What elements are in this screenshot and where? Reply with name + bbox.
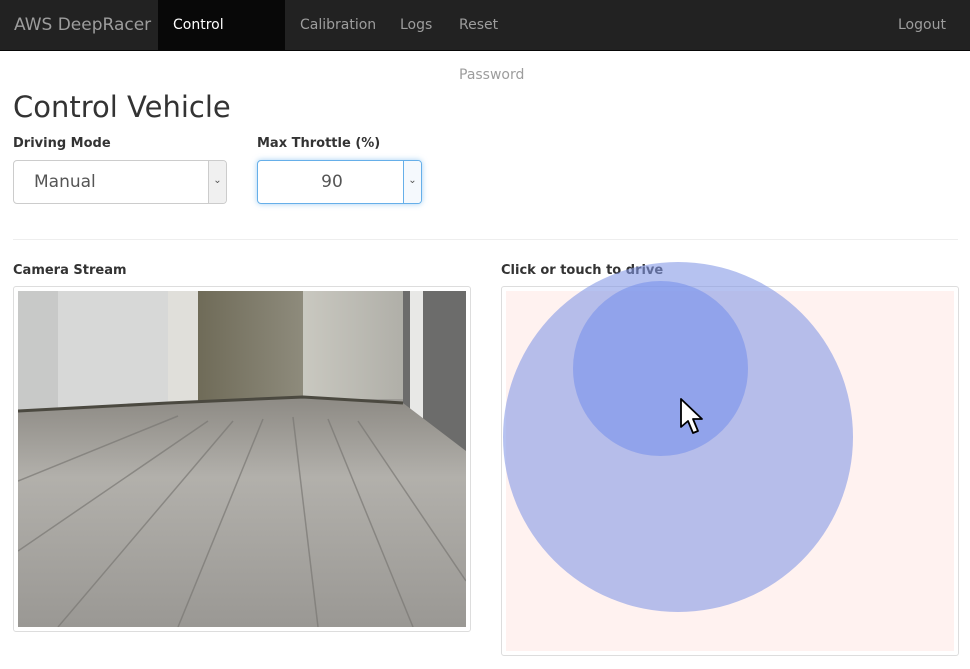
chevron-down-icon[interactable]: ⌄: [403, 161, 421, 203]
nav-reset-password[interactable]: Reset Password: [444, 0, 572, 83]
page-title: Control Vehicle: [13, 90, 231, 124]
camera-stream-panel: [13, 286, 471, 632]
camera-stream-label: Camera Stream: [13, 263, 127, 278]
nav-control-vehicle[interactable]: Control Vehicle: [158, 0, 285, 83]
max-throttle-select[interactable]: 90 ⌄: [257, 160, 422, 204]
driving-mode-label: Driving Mode: [13, 136, 111, 151]
joystick-handle[interactable]: [573, 281, 748, 456]
nav-logout[interactable]: Logout: [883, 0, 958, 50]
chevron-down-icon[interactable]: ⌄: [208, 161, 226, 203]
max-throttle-label: Max Throttle (%): [257, 136, 381, 151]
section-divider: [13, 239, 958, 240]
max-throttle-value: 90: [321, 172, 343, 192]
driving-mode-value: Manual: [34, 172, 96, 192]
mouse-pointer-icon: [680, 398, 703, 434]
camera-stream-image: [18, 291, 466, 627]
top-navbar: AWS DeepRacer Control Vehicle Calibratio…: [0, 0, 970, 83]
driving-mode-select[interactable]: Manual ⌄: [13, 160, 227, 204]
nav-logs[interactable]: Logs: [385, 0, 444, 50]
nav-calibration[interactable]: Calibration: [285, 0, 385, 50]
brand-link[interactable]: AWS DeepRacer: [14, 0, 151, 50]
